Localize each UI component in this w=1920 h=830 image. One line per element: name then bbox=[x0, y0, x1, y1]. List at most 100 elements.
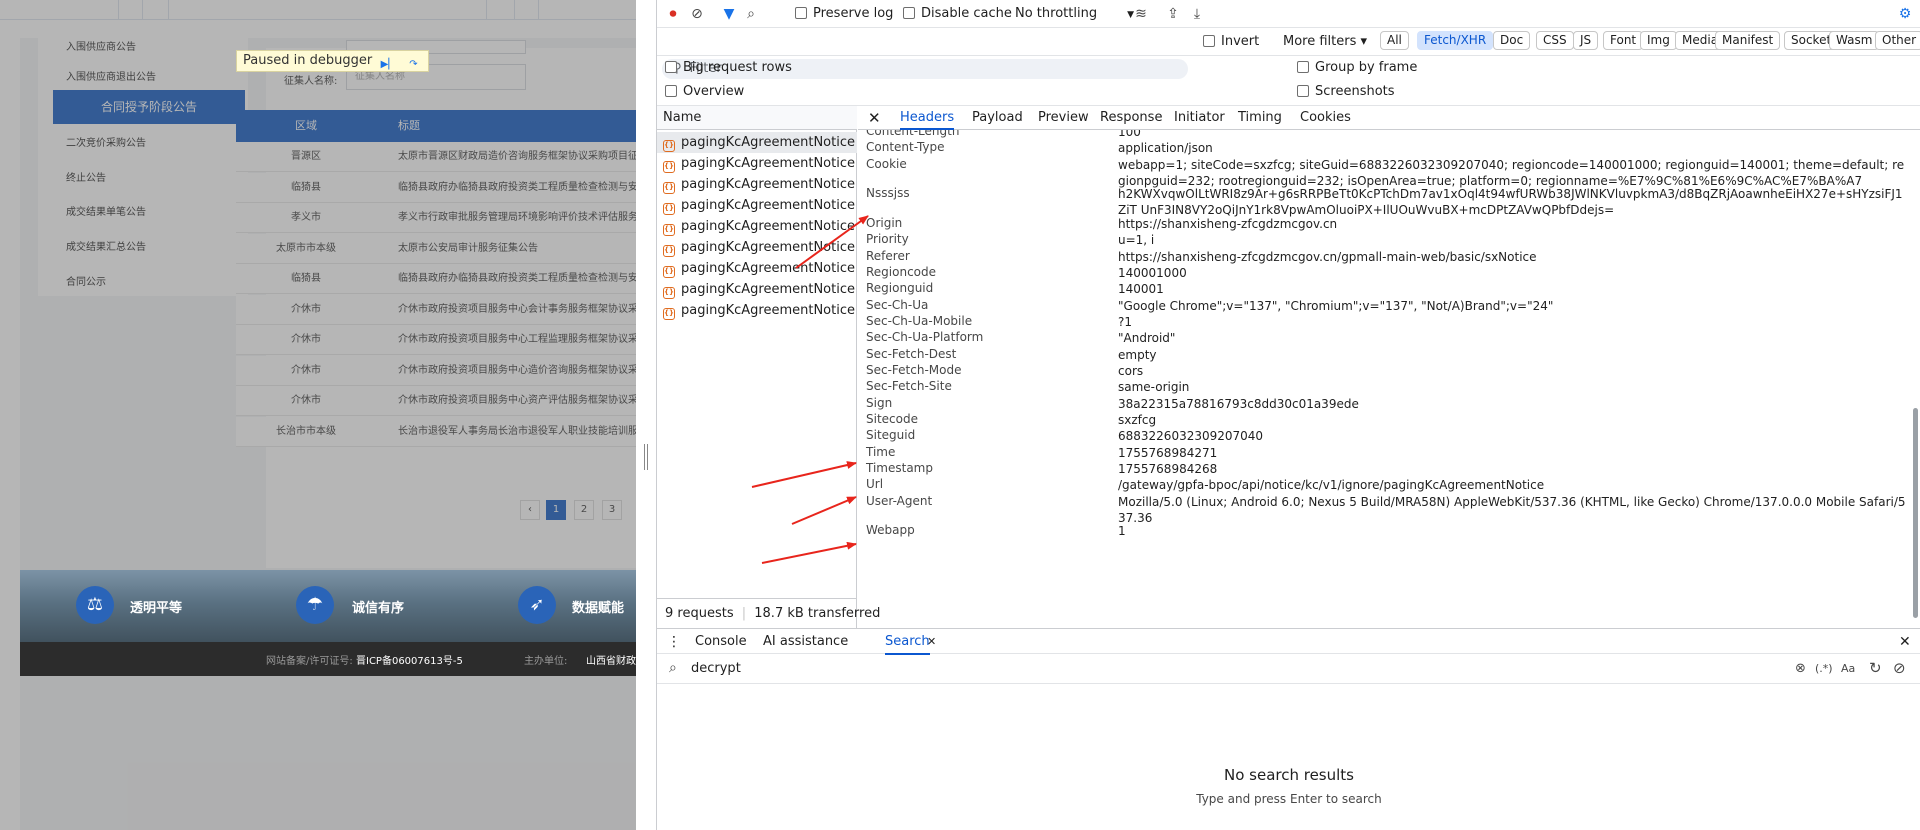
devtools-splitter[interactable] bbox=[636, 0, 656, 830]
icp-value[interactable]: 晋ICP备06007613号-5 bbox=[356, 652, 463, 667]
group-by-frame-checkbox[interactable]: Group by frame bbox=[1297, 60, 1417, 75]
tab-initiator[interactable]: Initiator bbox=[1174, 106, 1225, 130]
request-name[interactable]: pagingKcAgreementNotice bbox=[681, 303, 855, 318]
request-name[interactable]: pagingKcAgreementNotice bbox=[681, 198, 855, 213]
header-value[interactable]: 38a22315a78816793c8dd30c01a39ede bbox=[1118, 396, 1908, 412]
request-row[interactable]: {} pagingKcAgreementNotice bbox=[657, 300, 857, 321]
tab-headers[interactable]: Headers bbox=[900, 106, 955, 130]
search-input[interactable]: decrypt bbox=[691, 661, 741, 676]
refresh-icon[interactable]: ↻ bbox=[1869, 659, 1882, 677]
header-value[interactable]: Mozilla/5.0 (Linux; Android 6.0; Nexus 5… bbox=[1118, 494, 1908, 526]
filter-type-css[interactable]: CSS bbox=[1536, 31, 1574, 50]
filter-type-manifest[interactable]: Manifest bbox=[1715, 31, 1781, 50]
checkbox-icon[interactable] bbox=[1297, 61, 1309, 73]
header-value[interactable]: 1 bbox=[1118, 523, 1908, 539]
request-row[interactable]: {} pagingKcAgreementNotice bbox=[657, 258, 857, 279]
filter-type-img[interactable]: Img bbox=[1640, 31, 1677, 50]
request-row[interactable]: {} pagingKcAgreementNotice bbox=[657, 216, 857, 237]
header-value[interactable]: /gateway/gpfa-bpoc/api/notice/kc/v1/igno… bbox=[1118, 477, 1908, 493]
scrollbar-thumb[interactable] bbox=[1913, 408, 1918, 618]
tab-response[interactable]: Response bbox=[1100, 106, 1162, 130]
request-row[interactable]: {} pagingKcAgreementNotice bbox=[657, 153, 857, 174]
splitter-grip-icon[interactable] bbox=[644, 444, 648, 470]
import-har-icon[interactable]: ⇪ bbox=[1163, 4, 1183, 24]
throttling-select[interactable]: No throttling ▼ bbox=[1015, 6, 1134, 21]
close-drawer-icon[interactable]: ✕ bbox=[1899, 629, 1911, 655]
request-row[interactable]: {} pagingKcAgreementNotice bbox=[657, 174, 857, 195]
clear-search-icon[interactable]: ⊗ bbox=[1795, 661, 1806, 676]
tab-cookies[interactable]: Cookies bbox=[1300, 106, 1351, 130]
header-value[interactable]: ?1 bbox=[1118, 314, 1908, 330]
request-row[interactable]: {} pagingKcAgreementNotice bbox=[657, 195, 857, 216]
checkbox-icon[interactable] bbox=[903, 7, 915, 19]
tab-payload[interactable]: Payload bbox=[972, 106, 1023, 130]
tab-timing[interactable]: Timing bbox=[1238, 106, 1282, 130]
network-conditions-icon[interactable]: ≋ bbox=[1131, 4, 1151, 24]
overview-checkbox[interactable]: Overview bbox=[665, 84, 744, 99]
name-column-header[interactable]: Name bbox=[657, 106, 857, 130]
filter-type-fetchxhr[interactable]: Fetch/XHR bbox=[1417, 31, 1494, 50]
header-value[interactable]: "Android" bbox=[1118, 330, 1908, 346]
checkbox-icon[interactable] bbox=[665, 85, 677, 97]
regex-toggle[interactable]: (.*) bbox=[1815, 662, 1833, 675]
header-value[interactable]: 1755768984268 bbox=[1118, 461, 1908, 477]
resume-icon[interactable]: ▶▏ bbox=[379, 57, 397, 73]
header-value[interactable]: sxzfcg bbox=[1118, 412, 1908, 428]
drawer-tab-console[interactable]: Console bbox=[695, 629, 747, 655]
match-case-toggle[interactable]: Aa bbox=[1841, 662, 1855, 675]
header-value[interactable]: webapp=1; siteCode=sxzfcg; siteGuid=6883… bbox=[1118, 157, 1908, 189]
header-value[interactable]: cors bbox=[1118, 363, 1908, 379]
checkbox-icon[interactable] bbox=[665, 61, 677, 73]
header-value[interactable]: https://shanxisheng-zfcgdzmcgov.cn/gpmal… bbox=[1118, 249, 1908, 265]
request-row[interactable]: {} pagingKcAgreementNotice bbox=[657, 132, 857, 153]
request-name[interactable]: pagingKcAgreementNotice bbox=[681, 282, 855, 297]
clear-icon[interactable]: ⊘ bbox=[1893, 659, 1906, 677]
drawer-tab-ai-assistance[interactable]: AI assistance bbox=[763, 629, 848, 655]
header-value[interactable]: 1755768984271 bbox=[1118, 445, 1908, 461]
request-name[interactable]: pagingKcAgreementNotice bbox=[681, 219, 855, 234]
checkbox-icon[interactable] bbox=[1203, 35, 1215, 47]
request-row[interactable]: {} pagingKcAgreementNotice bbox=[657, 237, 857, 258]
disable-cache-checkbox[interactable]: Disable cache bbox=[903, 6, 1012, 21]
request-row[interactable]: {} pagingKcAgreementNotice bbox=[657, 279, 857, 300]
header-value[interactable]: 100 bbox=[1118, 130, 1908, 140]
header-value[interactable]: empty bbox=[1118, 347, 1908, 363]
request-name[interactable]: pagingKcAgreementNotice bbox=[681, 156, 855, 171]
clear-icon[interactable]: ⊘ bbox=[687, 4, 707, 24]
close-detail-icon[interactable]: ✕ bbox=[868, 106, 881, 130]
export-har-icon[interactable]: ⤓ bbox=[1187, 4, 1207, 24]
more-filters-button[interactable]: More filters ▾ bbox=[1283, 34, 1367, 49]
filter-type-js[interactable]: JS bbox=[1573, 31, 1599, 50]
request-name[interactable]: pagingKcAgreementNotice bbox=[681, 135, 855, 150]
header-value[interactable]: u=1, i bbox=[1118, 232, 1908, 248]
close-search-tab-icon[interactable]: ✕ bbox=[927, 629, 936, 655]
step-over-icon[interactable]: ↷ bbox=[404, 57, 422, 73]
checkbox-icon[interactable] bbox=[795, 7, 807, 19]
settings-gear-icon[interactable]: ⚙ bbox=[1895, 4, 1915, 24]
header-value[interactable]: https://shanxisheng-zfcgdzmcgov.cn bbox=[1118, 216, 1908, 232]
filter-type-wasm[interactable]: Wasm bbox=[1829, 31, 1880, 50]
header-value[interactable]: "Google Chrome";v="137", "Chromium";v="1… bbox=[1118, 298, 1908, 314]
checkbox-icon[interactable] bbox=[1297, 85, 1309, 97]
invert-checkbox[interactable]: Invert bbox=[1203, 34, 1259, 49]
request-name[interactable]: pagingKcAgreementNotice bbox=[681, 240, 855, 255]
search-icon[interactable]: ⌕ bbox=[741, 4, 761, 24]
drawer-menu-icon[interactable]: ⋮ bbox=[667, 629, 681, 655]
filter-type-all[interactable]: All bbox=[1380, 31, 1409, 50]
record-stop-icon[interactable]: ⏺ bbox=[663, 4, 683, 24]
filter-type-doc[interactable]: Doc bbox=[1493, 31, 1531, 50]
screenshots-checkbox[interactable]: Screenshots bbox=[1297, 84, 1395, 99]
header-value[interactable]: h2KWXvqwOlLtWRI8z9Ar+g6sRRPBeTt0KcPTchDm… bbox=[1118, 186, 1908, 218]
filter-icon[interactable]: ▼ bbox=[719, 4, 739, 24]
tab-preview[interactable]: Preview bbox=[1038, 106, 1089, 130]
header-value[interactable]: application/json bbox=[1118, 140, 1908, 156]
header-value[interactable]: 140001000 bbox=[1118, 265, 1908, 281]
filter-type-other[interactable]: Other bbox=[1875, 31, 1920, 50]
filter-type-font[interactable]: Font bbox=[1603, 31, 1644, 50]
request-name[interactable]: pagingKcAgreementNotice bbox=[681, 261, 855, 276]
header-value[interactable]: same-origin bbox=[1118, 379, 1908, 395]
preserve-log-checkbox[interactable]: Preserve log bbox=[795, 6, 893, 21]
request-name[interactable]: pagingKcAgreementNotice bbox=[681, 177, 855, 192]
drawer-tab-search[interactable]: Search bbox=[885, 629, 930, 655]
header-value[interactable]: 140001 bbox=[1118, 281, 1908, 297]
